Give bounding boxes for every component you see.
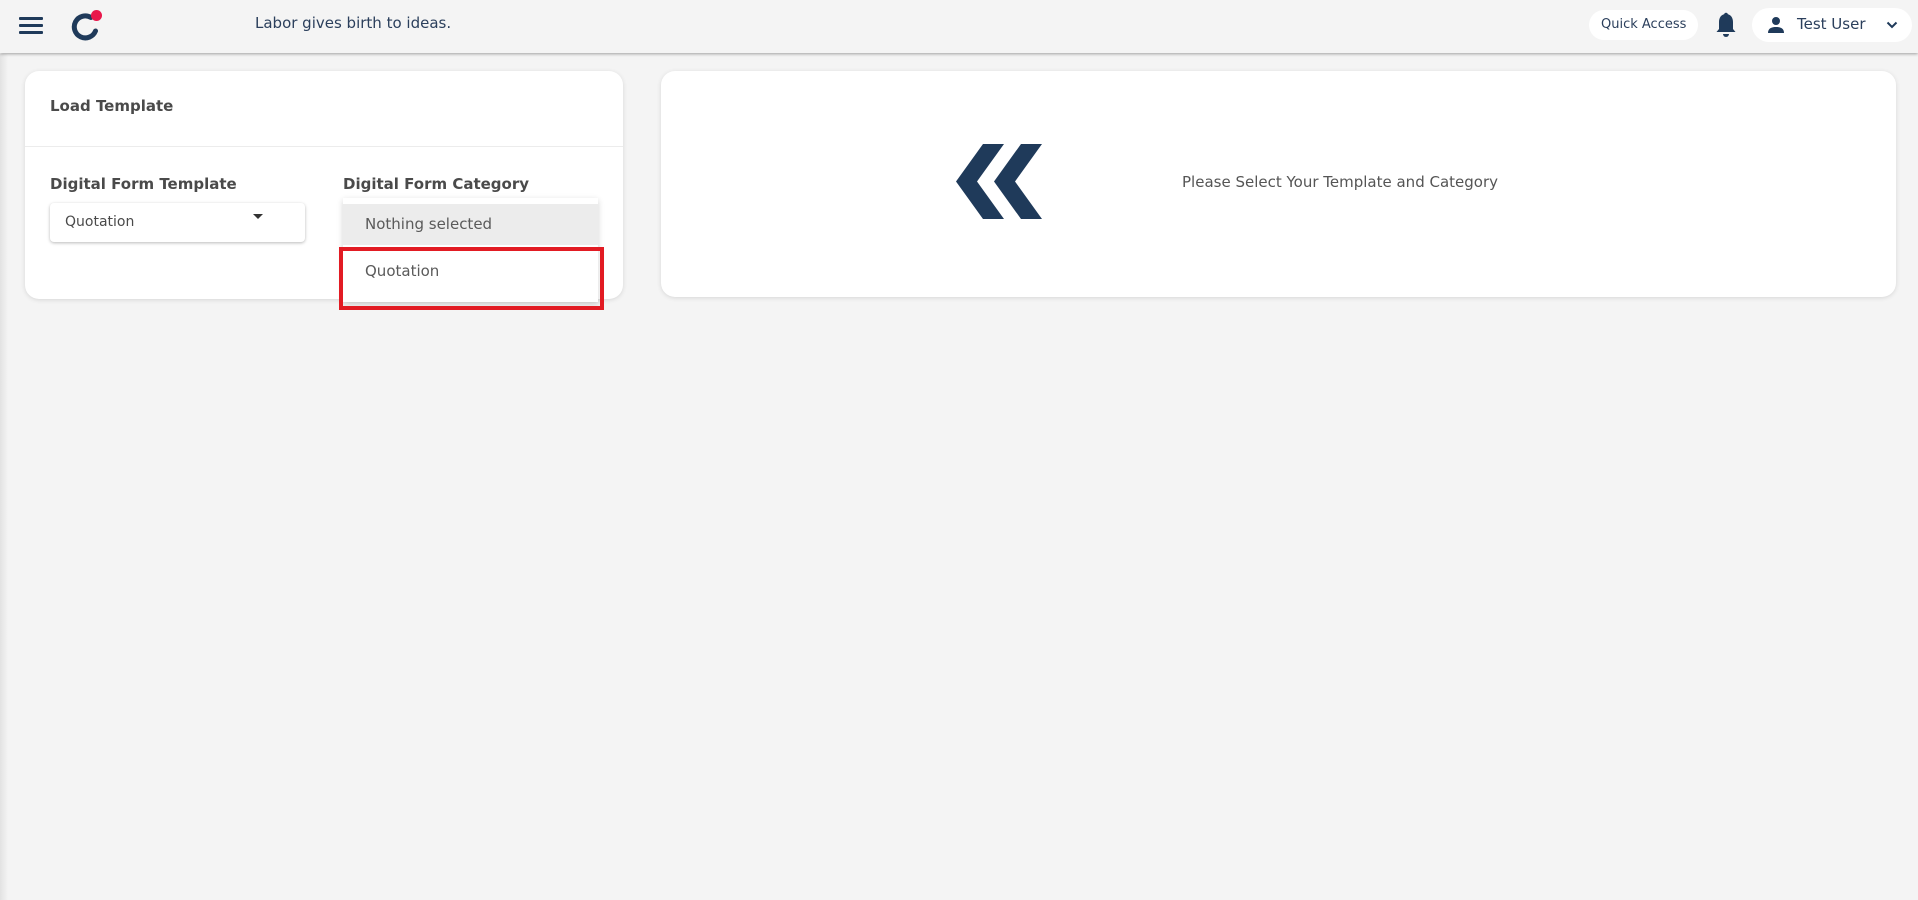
hamburger-menu-icon[interactable] xyxy=(19,16,43,34)
user-name: Test User xyxy=(1797,15,1866,33)
bell-icon[interactable] xyxy=(1715,12,1737,38)
card-title: Load Template xyxy=(50,97,174,115)
template-select-value: Quotation xyxy=(65,214,135,230)
category-field-label: Digital Form Category xyxy=(343,175,530,193)
user-menu[interactable]: Test User xyxy=(1752,8,1912,42)
sidebar-edge xyxy=(0,54,8,900)
option-label: Quotation xyxy=(365,262,440,280)
caret-down-icon xyxy=(253,214,263,219)
empty-state-message: Please Select Your Template and Category xyxy=(1182,173,1498,191)
person-icon xyxy=(1768,17,1784,33)
divider xyxy=(25,146,623,147)
option-label: Nothing selected xyxy=(365,215,493,233)
app-logo-icon[interactable] xyxy=(70,9,104,41)
template-field-label: Digital Form Template xyxy=(50,175,237,193)
double-chevron-left-icon xyxy=(956,144,1042,219)
template-select[interactable]: Quotation xyxy=(50,203,305,242)
tagline: Labor gives birth to ideas. xyxy=(255,14,452,32)
category-dropdown-menu: Nothing selected Quotation xyxy=(343,198,598,302)
chevron-down-icon[interactable] xyxy=(1886,20,1898,30)
preview-card: Please Select Your Template and Category xyxy=(661,71,1896,297)
dropdown-option-nothing-selected[interactable]: Nothing selected xyxy=(343,204,598,245)
top-bar: Labor gives birth to ideas. Quick Access… xyxy=(0,0,1918,53)
quick-access-button[interactable]: Quick Access xyxy=(1589,10,1699,40)
dropdown-option-quotation[interactable]: Quotation xyxy=(343,247,598,302)
